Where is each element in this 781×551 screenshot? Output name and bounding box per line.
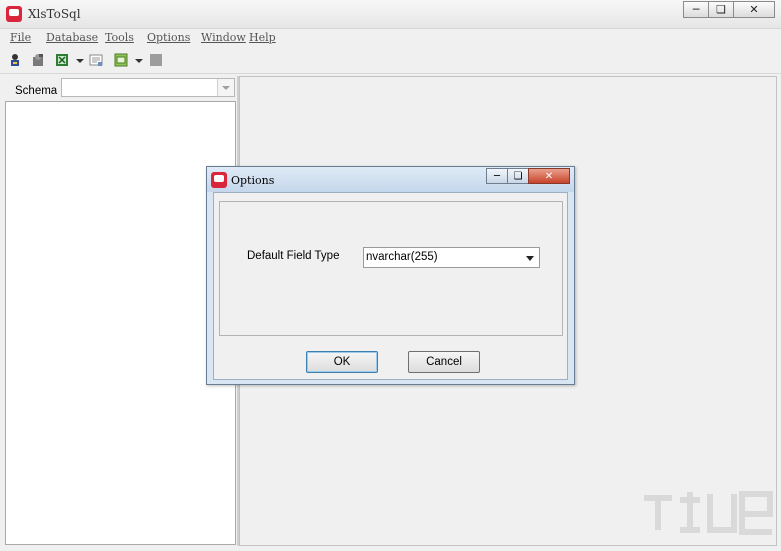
ok-button[interactable]: OK	[306, 351, 378, 373]
dialog-app-icon	[211, 172, 227, 188]
toolbar	[0, 48, 781, 74]
schema-tree[interactable]	[5, 101, 236, 545]
minimize-icon: ─	[493, 170, 501, 182]
dialog-close-button[interactable]: ✕	[528, 168, 570, 184]
schema-panel: Schema	[4, 76, 237, 546]
menu-help[interactable]: Help	[249, 31, 276, 44]
schema-select[interactable]	[61, 78, 235, 97]
minimize-button[interactable]: ─	[683, 1, 709, 18]
restore-icon: ❏	[513, 170, 523, 182]
window-dropdown-arrow[interactable]	[135, 59, 143, 63]
close-icon: ✕	[749, 3, 759, 16]
dialog-minimize-button[interactable]: ─	[486, 168, 508, 184]
dialog-title: Options	[231, 174, 275, 187]
menu-window[interactable]: Window	[201, 31, 246, 44]
dialog-title-bar: Options ─ ❏ ✕	[207, 167, 574, 192]
schema-label: Schema	[15, 85, 58, 97]
window-icon[interactable]	[114, 53, 128, 67]
excel-icon[interactable]	[55, 53, 69, 67]
dialog-body: Default Field Type nvarchar(255) OK Canc…	[213, 192, 568, 380]
dialog-window-controls: ─ ❏ ✕	[486, 168, 570, 184]
cancel-button[interactable]: Cancel	[408, 351, 480, 373]
excel-dropdown-arrow[interactable]	[76, 59, 84, 63]
window-title: XlsToSql	[28, 7, 81, 21]
connect-user-icon[interactable]	[8, 53, 22, 67]
chevron-down-icon[interactable]	[217, 79, 234, 96]
dialog-maximize-button[interactable]: ❏	[507, 168, 529, 184]
default-field-type-select[interactable]: nvarchar(255)	[363, 247, 540, 268]
options-group: Default Field Type nvarchar(255)	[219, 201, 563, 336]
default-field-type-label: Default Field Type	[247, 250, 340, 262]
sql-script-icon[interactable]	[89, 53, 103, 67]
menu-options[interactable]: Options	[147, 31, 190, 44]
menu-bar: File Database Tools Options Window Help	[0, 29, 781, 47]
chevron-down-icon	[526, 256, 534, 261]
default-field-type-value: nvarchar(255)	[366, 251, 438, 263]
menu-file[interactable]: File	[10, 31, 31, 44]
main-window: XlsToSql ─ ❏ ✕ File Database Tools Optio…	[0, 0, 781, 551]
close-button[interactable]: ✕	[733, 1, 775, 18]
close-icon: ✕	[544, 170, 554, 182]
disconnect-icon[interactable]	[31, 53, 45, 67]
minimize-icon: ─	[692, 3, 700, 16]
title-bar: XlsToSql ─ ❏ ✕	[0, 0, 781, 29]
menu-database[interactable]: Database	[46, 31, 98, 44]
watermark-logo	[644, 491, 773, 535]
options-dialog: Options ─ ❏ ✕ Default Field Type nvarcha…	[206, 166, 575, 385]
menu-tools[interactable]: Tools	[105, 31, 134, 44]
stop-icon[interactable]	[149, 53, 163, 67]
window-controls: ─ ❏ ✕	[683, 1, 775, 20]
restore-icon: ❏	[716, 3, 726, 16]
app-icon	[6, 6, 22, 22]
maximize-button[interactable]: ❏	[708, 1, 734, 18]
